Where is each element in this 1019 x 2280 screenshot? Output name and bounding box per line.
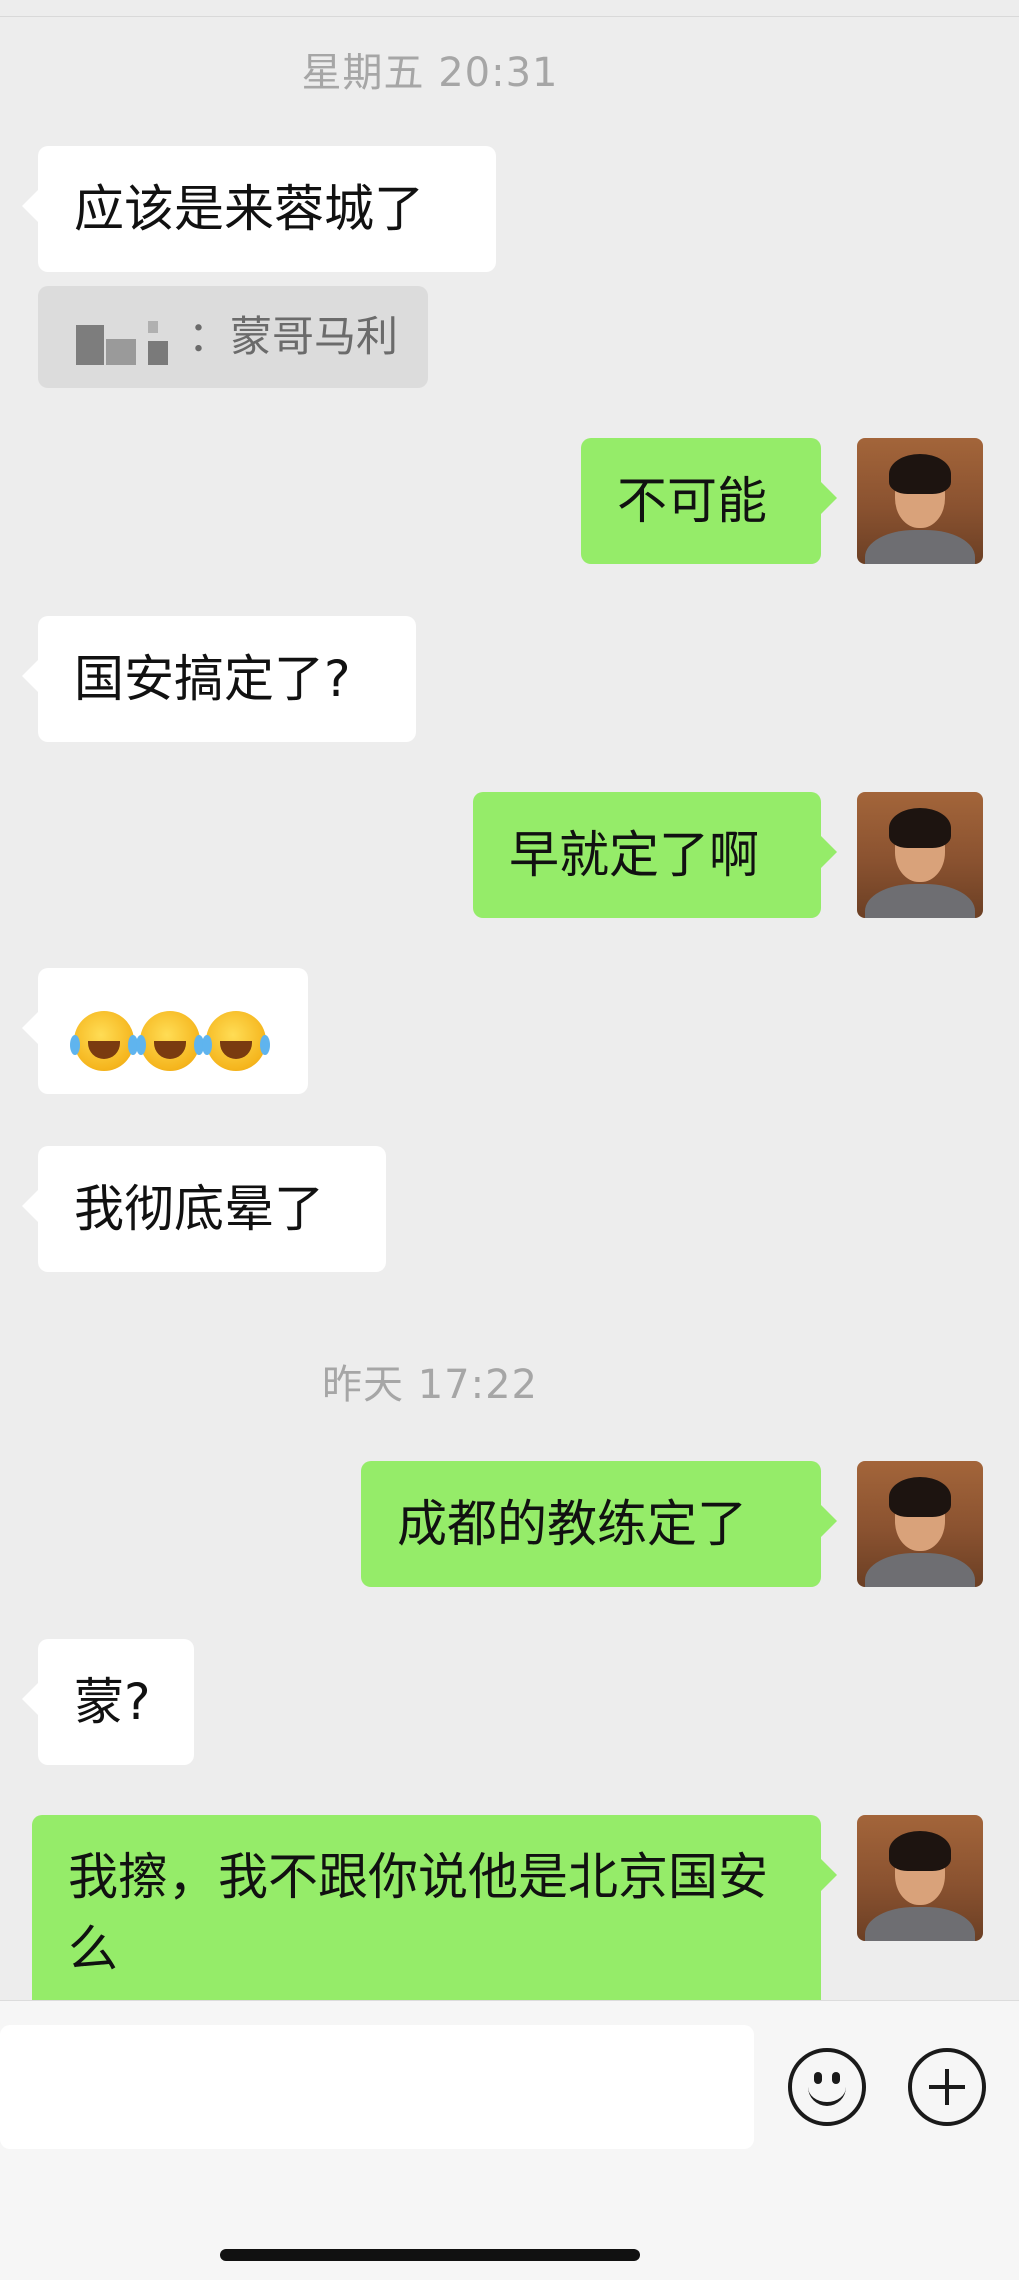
message-text: 我擦，我不跟你说他是北京国安么 [68,1848,768,1978]
message-bubble-incoming[interactable]: 我彻底晕了 [22,1146,386,1272]
user-avatar[interactable] [857,1461,983,1587]
chat-messages-area[interactable]: 星期五 20:31 应该是来蓉城了 ：蒙哥马利 不可能 国安搞定了? 早就定了啊… [0,0,1019,2000]
message-bubble-incoming[interactable]: 应该是来蓉城了 [22,146,496,272]
divider [0,16,1019,17]
quote-text: 蒙哥马利 [230,312,399,361]
message-bubble-outgoing[interactable]: 成都的教练定了 [361,1461,837,1587]
plus-icon[interactable] [908,2048,986,2126]
message-bubble-outgoing[interactable]: 早就定了啊 [473,792,837,918]
message-bubble-outgoing[interactable]: 不可能 [581,438,837,564]
message-text: 成都的教练定了 [397,1495,747,1553]
message-bubble-incoming[interactable]: 国安搞定了? [22,616,416,742]
joy-tears-emoji [136,1010,200,1071]
timestamp: 星期五 20:31 [301,50,559,96]
emoji-smile-icon[interactable] [788,2048,866,2126]
joy-tears-emoji [202,1010,266,1071]
user-avatar[interactable] [857,1815,983,1941]
user-avatar[interactable] [857,792,983,918]
timestamp: 昨天 17:22 [322,1362,538,1408]
message-bubble-incoming[interactable]: 蒙? [22,1639,194,1765]
message-text: 应该是来蓉城了 [74,180,424,238]
message-text: 蒙? [74,1673,151,1731]
home-indicator[interactable] [220,2249,640,2261]
message-text: 我彻底晕了 [74,1180,324,1238]
quoted-message[interactable]: ：蒙哥马利 [38,286,428,388]
message-text: 早就定了啊 [509,826,759,884]
user-avatar[interactable] [857,438,983,564]
message-bubble-outgoing[interactable]: 我擦，我不跟你说他是北京国安么 [32,1815,837,2000]
input-toolbar [0,2000,1019,2280]
message-bubble-incoming[interactable] [22,968,308,1094]
message-input[interactable] [0,2025,754,2149]
message-text: 国安搞定了? [74,650,351,708]
masked-sender-name [68,315,178,365]
joy-tears-emoji [70,1010,134,1071]
message-text: 不可能 [617,472,767,530]
quote-separator: ： [188,312,231,361]
